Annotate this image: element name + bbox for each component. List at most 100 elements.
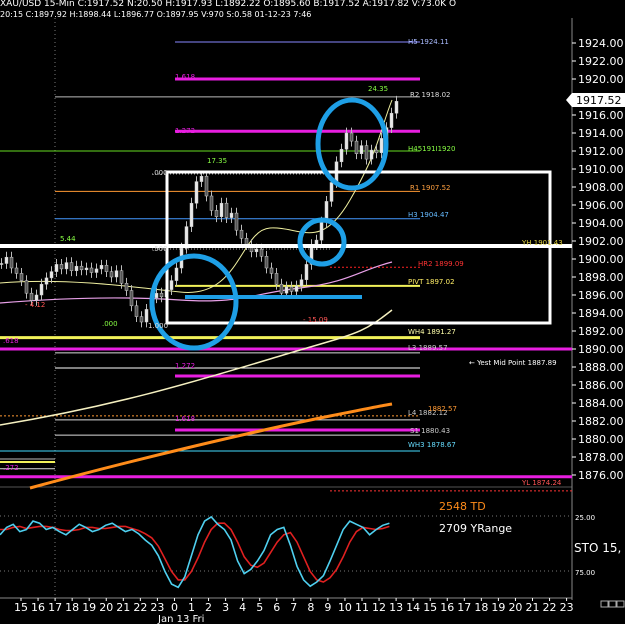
candle-body [129,290,134,307]
candle-body [229,212,234,218]
candle-body [79,265,84,271]
chart-window[interactable]: XAU/USD 15-Min C:1917.52 N:20.50 H:1917.… [0,0,625,624]
candle-body [154,292,159,298]
candle-body [89,267,94,273]
time-tick-label: 11 [355,601,369,614]
time-tick-label: 16 [31,601,45,614]
candle-body [294,285,299,292]
candle-body [264,256,269,269]
candle-body [364,145,369,160]
candle-body [359,145,364,154]
time-tick-label: 21 [526,601,540,614]
time-tick-label: 8 [307,601,314,614]
time-tick-label: 21 [116,601,130,614]
pivot-label-l3: L3 1889.57 [408,344,448,352]
time-tick-label: 23 [560,601,574,614]
time-tick-label: 15 [14,601,28,614]
candle-body [84,267,89,271]
time-tick-label: 6 [273,601,280,614]
td-readout: 2548 TD [439,500,486,513]
swing-label-high: 24.35 [368,85,388,93]
candle-body [9,256,14,269]
candle-body [299,279,304,287]
candle-body [119,270,124,284]
time-tick-label: 19 [82,601,96,614]
candle-body [289,286,294,292]
price-tick-label: 1878.00 [578,451,624,464]
candle-body [329,182,334,202]
time-tick-label: 12 [372,601,386,614]
pivot-label-h3: H3 1904.47 [408,211,449,219]
candle-body [349,132,354,142]
swing-label-mid: 17.35 [207,157,227,165]
price-tick-label: 1922.00 [578,55,624,68]
time-tick-label: 1 [188,601,195,614]
candle-body [194,181,199,204]
candle-body [14,267,19,274]
candle-body [104,265,109,272]
fib-label-1618-top: 1.618 [175,73,195,81]
date-label: Jan 13 Fri [157,614,204,624]
pivot-label-r1: R1 1907.52 [410,184,451,192]
price-tick-label: 1876.00 [578,469,624,482]
time-tick-label: 14 [406,601,420,614]
time-tick-label: 20 [508,601,522,614]
candle-body [279,283,284,294]
candle-body [224,202,229,218]
candle-body [4,256,9,264]
candle-body [199,175,204,182]
pivot-label-yl: YL 1874.24 [521,479,562,487]
price-tick-label: 1894.00 [578,307,624,320]
fib-label-500: .500 [152,245,168,253]
price-tick-label: 1896.00 [578,289,624,302]
price-tick-label: 1884.00 [578,397,624,410]
time-tick-label: 22 [543,601,557,614]
candle-body [19,273,24,281]
candle-body [174,267,179,281]
candle-body [134,305,139,317]
pivot-label-l4b: 1882.57 [428,405,457,413]
time-tick-label: 17 [48,601,62,614]
candle-body [374,149,379,154]
candle-body [59,264,64,270]
price-tick-label: 1906.00 [578,199,624,212]
candle-body [259,248,264,257]
price-tick-label: 1900.00 [578,253,624,266]
time-tick-label: 15 [423,601,437,614]
candle-body [244,238,249,245]
pane-control-icon[interactable] [616,600,625,608]
candle-body [369,149,374,160]
svg-text:1917.52: 1917.52 [576,94,622,107]
current-price-tag: 1917.52 [566,93,625,107]
price-tick-label: 1880.00 [578,433,624,446]
pivot-label-pivot: PIVT 1897.02 [408,278,455,286]
candle-body [284,286,289,294]
time-tick-label: 23 [150,601,164,614]
price-tick-label: 1904.00 [578,217,624,230]
candle-body [99,265,104,270]
stochastic-tick-75: 75.00 [575,569,595,577]
time-tick-label: 9 [324,601,331,614]
fib-label-1272-low: 1.272 [175,362,195,370]
price-tick-label: 1902.00 [578,235,624,248]
candle-body [234,212,239,231]
price-chart[interactable]: 1924.001922.001920.001918.001916.001914.… [0,0,625,624]
candle-body [24,280,29,294]
candle-body [49,271,54,279]
candle-body [274,273,279,285]
pivot-label-wh3: WH3 1878.67 [408,441,456,449]
stochastic-label: STO 15, [574,541,621,555]
pivot-label-wh4: WH4 1891.27 [408,328,456,336]
fib-label-272-left: .272 [3,464,19,472]
candle-body [144,309,149,323]
candle-body [254,248,259,253]
pane-control-icon[interactable] [608,600,617,608]
stochastic-d-line [0,522,390,583]
time-tick-label: 7 [290,601,297,614]
time-tick-label: 2 [205,601,212,614]
pane-control-icon[interactable] [600,600,609,608]
candle-body [339,148,344,163]
time-tick-label: 10 [338,601,352,614]
pivot-label-h5: H5 1924.11 [408,38,449,46]
price-tick-label: 1920.00 [578,73,624,86]
